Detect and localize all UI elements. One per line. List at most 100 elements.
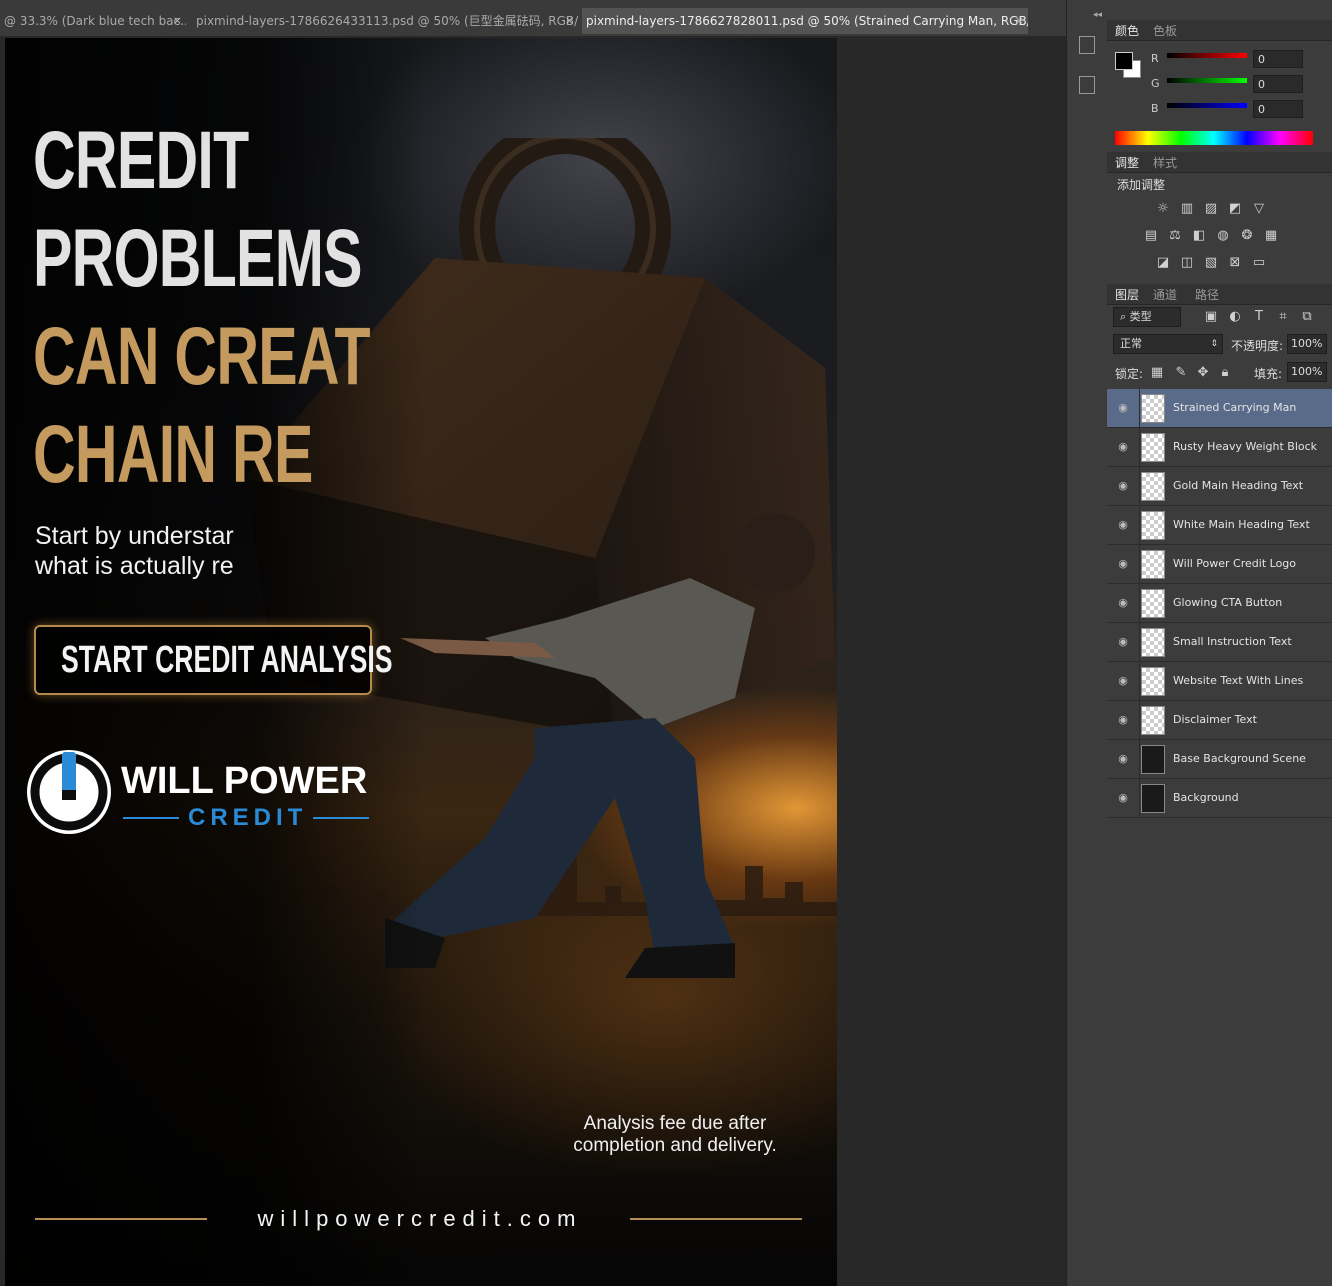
document-tab-3-active[interactable]: pixmind-layers-1786627828011.psd @ 50% (… [582,8,1028,34]
opacity-field[interactable]: 100% [1287,334,1327,354]
adjustment-filter-icon[interactable]: ◐ [1227,310,1243,324]
foreground-color-swatch[interactable] [1115,52,1133,70]
layer-name: Rusty Heavy Weight Block [1173,440,1318,453]
threshold-icon[interactable]: ▧ [1203,256,1219,270]
collapse-icon[interactable]: ◂◂ [1093,10,1102,20]
channel-mixer-icon[interactable]: ❂ [1239,229,1255,243]
vibrance-icon[interactable]: ▽ [1251,202,1267,216]
channel-r-slider[interactable] [1167,53,1247,58]
layer-row[interactable]: ◉ Rusty Heavy Weight Block [1107,428,1332,467]
photo-filter-icon[interactable]: ◍ [1215,229,1231,243]
layer-list: ◉ Strained Carrying Man ◉ Rusty Heavy We… [1107,389,1332,819]
layer-row[interactable]: ◉ Gold Main Heading Text [1107,467,1332,506]
visibility-eye-icon[interactable]: ◉ [1116,791,1130,805]
canvas-area[interactable]: CREDIT PROBLEMS CAN CREAT CHAIN RE Start… [0,36,1066,1286]
tab-styles[interactable]: 样式 [1153,154,1177,171]
selective-color-icon[interactable]: ⊠ [1227,256,1243,270]
channel-g-label: G [1151,77,1160,90]
posterize-icon[interactable]: ◫ [1179,256,1195,270]
layer-row[interactable]: ◉ Small Instruction Text [1107,623,1332,662]
document-tab-bar: @ 33.3% (Dark blue tech bac... × pixmind… [0,0,1066,37]
fill-field[interactable]: 100% [1287,362,1327,382]
visibility-eye-icon[interactable]: ◉ [1116,752,1130,766]
poster-canvas[interactable]: CREDIT PROBLEMS CAN CREAT CHAIN RE Start… [5,38,837,1286]
channel-g-value[interactable]: 0 [1253,75,1303,93]
layer-name: Website Text With Lines [1173,674,1304,687]
layer-thumbnail [1141,706,1165,735]
opacity-label: 不透明度: [1231,339,1284,353]
layer-name: Will Power Credit Logo [1173,557,1297,570]
visibility-eye-icon[interactable]: ◉ [1116,440,1130,454]
channel-b-value[interactable]: 0 [1253,100,1303,118]
layer-filter-select[interactable]: ⌕ 类型 [1113,307,1181,327]
visibility-eye-icon[interactable]: ◉ [1116,479,1130,493]
logo-line-right [313,817,369,819]
lock-position-icon[interactable]: ✥ [1195,366,1211,380]
visibility-eye-icon[interactable]: ◉ [1116,557,1130,571]
layer-thumbnail [1141,628,1165,657]
color-spectrum-bar[interactable] [1115,131,1313,145]
blend-mode-select[interactable]: 正常 ⇕ [1113,334,1223,354]
tab-label: pixmind-layers-1786626433113.psd @ 50% (… [196,14,578,28]
tab-adjustments[interactable]: 调整 [1115,154,1139,171]
invert-icon[interactable]: ◪ [1155,256,1171,270]
layer-row[interactable]: ◉ Website Text With Lines [1107,662,1332,701]
hue-saturation-icon[interactable]: ▤ [1143,229,1159,243]
start-credit-analysis-button[interactable]: START CREDIT ANALYSIS [34,625,393,695]
layer-row[interactable]: ◉ Disclaimer Text [1107,701,1332,740]
lock-transparency-icon[interactable]: ▦ [1149,366,1165,380]
layer-row[interactable]: ◉ White Main Heading Text [1107,506,1332,545]
gradient-map-icon[interactable]: ▭ [1251,256,1267,270]
document-tab-1[interactable]: @ 33.3% (Dark blue tech bac... × [0,8,186,34]
tab-color[interactable]: 颜色 [1115,22,1139,39]
exposure-icon[interactable]: ◩ [1227,202,1243,216]
smart-object-filter-icon[interactable]: ⧉ [1299,310,1315,324]
heading-line-problems: PROBLEMS [33,213,363,304]
brightness-icon[interactable]: ☼ [1155,202,1171,216]
tab-layers[interactable]: 图层 [1115,286,1139,303]
document-tab-2[interactable]: pixmind-layers-1786626433113.psd @ 50% (… [192,8,578,34]
tab-paths[interactable]: 路径 [1195,286,1219,303]
layer-thumbnail [1141,550,1165,579]
layer-row[interactable]: ◉ Background [1107,779,1332,818]
type-filter-icon[interactable]: T [1251,310,1267,324]
color-balance-icon[interactable]: ⚖ [1167,229,1183,243]
disclaimer-line-1: Analysis fee due after [583,1113,767,1134]
logo-word-will-power: WILL POWER [121,760,368,802]
color-lookup-icon[interactable]: ▦ [1263,229,1279,243]
layer-thumbnail [1141,394,1165,423]
channel-r-value[interactable]: 0 [1253,50,1303,68]
lock-pixels-icon[interactable]: ✎ [1173,366,1189,380]
visibility-eye-icon[interactable]: ◉ [1116,713,1130,727]
layer-row[interactable]: ◉ Strained Carrying Man [1107,389,1332,428]
channel-g-slider[interactable] [1167,78,1247,83]
close-icon[interactable]: × [1015,8,1024,34]
close-icon[interactable]: × [173,8,182,34]
layer-thumbnail [1141,433,1165,462]
layer-thumbnail [1141,472,1165,501]
visibility-eye-icon[interactable]: ◉ [1116,596,1130,610]
visibility-eye-icon[interactable]: ◉ [1116,401,1130,415]
close-icon[interactable]: × [565,8,574,34]
layer-row[interactable]: ◉ Base Background Scene [1107,740,1332,779]
website-text: willpowercredit.com [257,1206,583,1231]
visibility-eye-icon[interactable]: ◉ [1116,635,1130,649]
curves-icon[interactable]: ▨ [1203,202,1219,216]
visibility-eye-icon[interactable]: ◉ [1116,674,1130,688]
will-power-credit-logo: WILL POWER CREDIT [23,746,373,838]
lock-all-icon[interactable]: 🔒︎ [1217,366,1233,380]
visibility-eye-icon[interactable]: ◉ [1116,518,1130,532]
levels-icon[interactable]: ▥ [1179,202,1195,216]
history-panel-icon[interactable] [1079,36,1095,54]
black-white-icon[interactable]: ◧ [1191,229,1207,243]
channel-b-slider[interactable] [1167,103,1247,108]
layer-row[interactable]: ◉ Will Power Credit Logo [1107,545,1332,584]
fill-label: 填充: [1254,367,1283,381]
shape-filter-icon[interactable]: ⌗ [1275,310,1291,324]
layer-row[interactable]: ◉ Glowing CTA Button [1107,584,1332,623]
pixel-filter-icon[interactable]: ▣ [1203,310,1219,324]
tab-swatches[interactable]: 色板 [1153,22,1177,39]
properties-panel-icon[interactable] [1079,76,1095,94]
tab-channels[interactable]: 通道 [1153,286,1177,303]
layer-name: Glowing CTA Button [1173,596,1283,609]
